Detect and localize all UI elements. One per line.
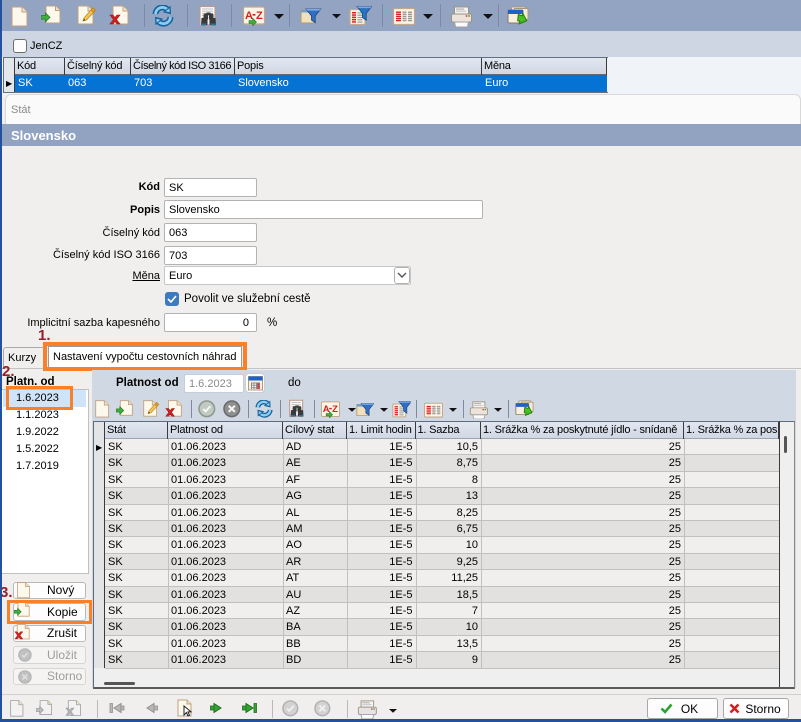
svg-text:Z: Z (256, 10, 263, 22)
svg-text:Z: Z (332, 404, 338, 415)
